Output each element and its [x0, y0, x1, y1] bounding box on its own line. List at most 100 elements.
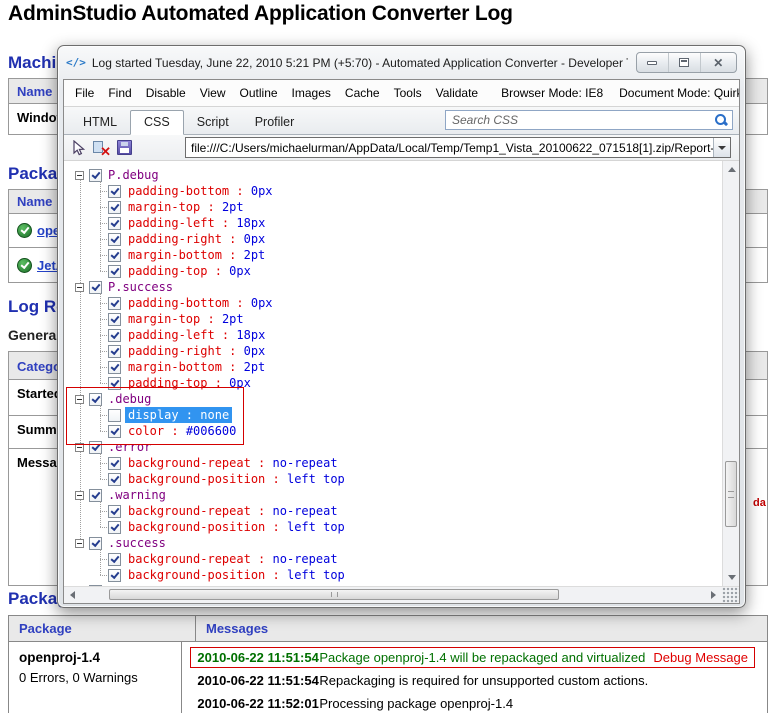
- minimize-button[interactable]: [637, 53, 668, 72]
- css-rule-row[interactable]: [64, 583, 722, 586]
- css-rule-row[interactable]: .warning: [64, 487, 722, 503]
- css-property-row[interactable]: margin-bottom : 2pt: [64, 247, 722, 263]
- property-checkbox[interactable]: [108, 553, 121, 566]
- css-property-row[interactable]: padding-top : 0px: [64, 375, 722, 391]
- property-checkbox[interactable]: [108, 313, 121, 326]
- menu-item-validate[interactable]: Validate: [429, 86, 485, 100]
- scroll-left-button[interactable]: [64, 587, 81, 603]
- css-property-row[interactable]: padding-bottom : 0px: [64, 183, 722, 199]
- rule-checkbox[interactable]: [89, 169, 102, 182]
- resize-grip[interactable]: [722, 587, 739, 603]
- tab-profiler[interactable]: Profiler: [242, 111, 308, 134]
- property-checkbox[interactable]: [108, 345, 121, 358]
- css-property-row[interactable]: padding-right : 0px: [64, 343, 722, 359]
- css-property-text: padding-left : 18px: [125, 215, 268, 231]
- css-property-row[interactable]: padding-top : 0px: [64, 263, 722, 279]
- css-property-row[interactable]: padding-right : 0px: [64, 231, 722, 247]
- menu-item-images[interactable]: Images: [285, 86, 338, 100]
- property-checkbox[interactable]: [108, 185, 121, 198]
- css-rule-row[interactable]: .success: [64, 535, 722, 551]
- tree-expander-icon[interactable]: [75, 395, 84, 404]
- css-rule-group: P.debugpadding-bottom : 0pxmargin-top : …: [64, 167, 722, 279]
- property-checkbox[interactable]: [108, 457, 121, 470]
- save-button[interactable]: [117, 140, 132, 155]
- horizontal-scroll-thumb[interactable]: [109, 589, 559, 600]
- rule-checkbox[interactable]: [89, 585, 102, 587]
- rule-checkbox[interactable]: [89, 441, 102, 454]
- css-rule-row[interactable]: .error: [64, 439, 722, 455]
- tree-expander-icon[interactable]: [75, 443, 84, 452]
- property-checkbox[interactable]: [108, 569, 121, 582]
- maximize-button[interactable]: [668, 53, 700, 72]
- property-checkbox[interactable]: [108, 265, 121, 278]
- combobox-dropdown-button[interactable]: [713, 138, 730, 157]
- css-property-row[interactable]: padding-left : 18px: [64, 327, 722, 343]
- menu-item-tools[interactable]: Tools: [387, 86, 429, 100]
- property-checkbox[interactable]: [108, 249, 121, 262]
- property-checkbox[interactable]: [108, 505, 121, 518]
- file-url-combobox[interactable]: file:///C:/Users/michaelurman/AppData/Lo…: [185, 137, 731, 158]
- property-checkbox[interactable]: [108, 409, 121, 422]
- property-checkbox[interactable]: [108, 297, 121, 310]
- horizontal-scroll-track[interactable]: [81, 587, 705, 603]
- menu-item-view[interactable]: View: [193, 86, 233, 100]
- menu-item-file[interactable]: File: [68, 86, 101, 100]
- tree-expander-icon[interactable]: [75, 491, 84, 500]
- rule-checkbox[interactable]: [89, 393, 102, 406]
- css-property-row[interactable]: padding-left : 18px: [64, 215, 722, 231]
- vertical-scrollbar[interactable]: [722, 161, 739, 586]
- menu-item-cache[interactable]: Cache: [338, 86, 387, 100]
- css-property-row[interactable]: color : #006600: [64, 423, 722, 439]
- vertical-scroll-thumb[interactable]: [725, 461, 737, 527]
- horizontal-scrollbar[interactable]: [64, 586, 739, 603]
- rule-checkbox[interactable]: [89, 537, 102, 550]
- disable-css-button[interactable]: [93, 140, 110, 156]
- property-checkbox[interactable]: [108, 521, 121, 534]
- css-property-row[interactable]: background-position : left top: [64, 519, 722, 535]
- property-checkbox[interactable]: [108, 233, 121, 246]
- menu-item-find[interactable]: Find: [101, 86, 138, 100]
- css-rule-row[interactable]: .debug: [64, 391, 722, 407]
- css-property-row[interactable]: margin-top : 2pt: [64, 199, 722, 215]
- tab-css[interactable]: CSS: [130, 110, 184, 135]
- tab-html[interactable]: HTML: [70, 111, 130, 134]
- css-property-row[interactable]: background-repeat : no-repeat: [64, 503, 722, 519]
- css-rule-row[interactable]: P.debug: [64, 167, 722, 183]
- property-checkbox[interactable]: [108, 377, 121, 390]
- browser-mode[interactable]: Browser Mode: IE8: [493, 86, 611, 100]
- property-checkbox[interactable]: [108, 425, 121, 438]
- css-property-row[interactable]: margin-top : 2pt: [64, 311, 722, 327]
- window-titlebar[interactable]: </> Log started Tuesday, June 22, 2010 5…: [58, 46, 745, 79]
- property-checkbox[interactable]: [108, 329, 121, 342]
- css-panel: P.debugpadding-bottom : 0pxmargin-top : …: [64, 161, 739, 586]
- search-input[interactable]: [446, 113, 714, 127]
- tab-script[interactable]: Script: [184, 111, 242, 134]
- rule-checkbox[interactable]: [89, 489, 102, 502]
- property-checkbox[interactable]: [108, 201, 121, 214]
- css-property-text: background-repeat : no-repeat: [125, 503, 341, 519]
- rule-checkbox[interactable]: [89, 281, 102, 294]
- css-property-row[interactable]: background-repeat : no-repeat: [64, 551, 722, 567]
- scroll-down-button[interactable]: [723, 569, 739, 586]
- css-property-row[interactable]: background-position : left top: [64, 567, 722, 583]
- property-checkbox[interactable]: [108, 361, 121, 374]
- property-checkbox[interactable]: [108, 217, 121, 230]
- tree-expander-icon[interactable]: [75, 539, 84, 548]
- scroll-right-button[interactable]: [705, 587, 722, 603]
- close-button[interactable]: ✕: [700, 53, 736, 72]
- select-element-button[interactable]: [71, 140, 86, 156]
- search-icon[interactable]: [714, 113, 728, 127]
- css-property-row[interactable]: margin-bottom : 2pt: [64, 359, 722, 375]
- tree-expander-icon[interactable]: [75, 171, 84, 180]
- css-property-row[interactable]: background-position : left top: [64, 471, 722, 487]
- css-property-row[interactable]: display : none: [64, 407, 722, 423]
- document-mode[interactable]: Document Mode: Quirks: [611, 86, 740, 100]
- css-rule-row[interactable]: P.success: [64, 279, 722, 295]
- menu-item-outline[interactable]: Outline: [233, 86, 285, 100]
- scroll-up-button[interactable]: [723, 161, 739, 178]
- property-checkbox[interactable]: [108, 473, 121, 486]
- css-property-row[interactable]: background-repeat : no-repeat: [64, 455, 722, 471]
- tree-expander-icon[interactable]: [75, 283, 84, 292]
- menu-item-disable[interactable]: Disable: [139, 86, 193, 100]
- css-property-row[interactable]: padding-bottom : 0px: [64, 295, 722, 311]
